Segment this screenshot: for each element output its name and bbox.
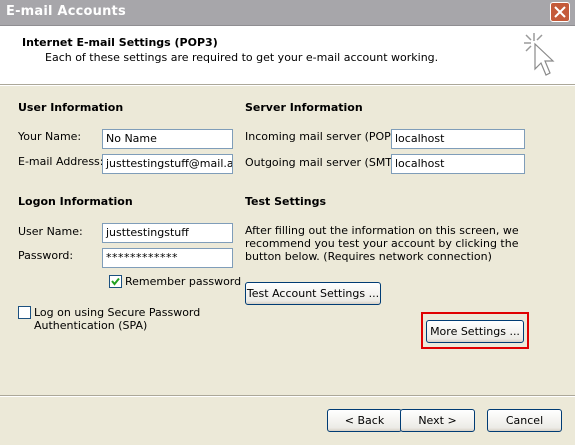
next-button[interactable]: Next > [400, 409, 475, 432]
email-address-label: E-mail Address: [18, 155, 104, 168]
footer-divider [0, 395, 575, 397]
password-field[interactable]: ************ [102, 248, 233, 268]
checkmark-icon [111, 277, 120, 286]
window-title: E-mail Accounts [6, 4, 126, 19]
outgoing-server-field[interactable]: localhost [391, 154, 525, 174]
test-settings-heading: Test Settings [245, 195, 327, 208]
close-icon [554, 6, 566, 18]
cancel-button[interactable]: Cancel [487, 409, 562, 432]
cursor-sparkle-icon [524, 33, 555, 76]
server-info-heading: Server Information [245, 101, 363, 114]
your-name-label: Your Name: [18, 130, 82, 143]
password-label: Password: [18, 249, 74, 262]
user-info-heading: User Information [18, 101, 124, 114]
spa-checkbox[interactable] [18, 306, 31, 319]
more-settings-button[interactable]: More Settings ... [426, 320, 524, 343]
email-address-field[interactable]: justtestingstuff@mail.anon [102, 154, 233, 174]
test-desc-line2: recommend you test your account by click… [245, 237, 519, 250]
test-desc-line1: After filling out the information on thi… [245, 224, 519, 237]
spa-label-line1[interactable]: Log on using Secure Password [34, 306, 200, 319]
remember-password-checkbox[interactable] [109, 275, 122, 288]
your-name-field[interactable]: No Name [102, 129, 233, 149]
incoming-server-field[interactable]: localhost [391, 129, 525, 149]
test-desc-line3: button below. (Requires network connecti… [245, 250, 492, 263]
spa-label-line2[interactable]: Authentication (SPA) [34, 319, 147, 332]
test-account-settings-button[interactable]: Test Account Settings ... [245, 282, 381, 305]
close-button[interactable] [550, 2, 570, 22]
user-name-field[interactable]: justtestingstuff [102, 223, 233, 243]
outgoing-server-label: Outgoing mail server (SMTP): [245, 156, 407, 169]
incoming-server-label: Incoming mail server (POP3): [245, 130, 406, 143]
header-divider [0, 84, 575, 86]
remember-password-label[interactable]: Remember password [125, 275, 241, 288]
logon-info-heading: Logon Information [18, 195, 133, 208]
user-name-label: User Name: [18, 225, 83, 238]
page-subtitle: Each of these settings are required to g… [45, 51, 439, 64]
back-button[interactable]: < Back [327, 409, 402, 432]
page-title: Internet E-mail Settings (POP3) [22, 36, 218, 49]
wizard-header: Internet E-mail Settings (POP3) Each of … [0, 26, 575, 85]
title-bar[interactable]: E-mail Accounts [0, 0, 575, 26]
